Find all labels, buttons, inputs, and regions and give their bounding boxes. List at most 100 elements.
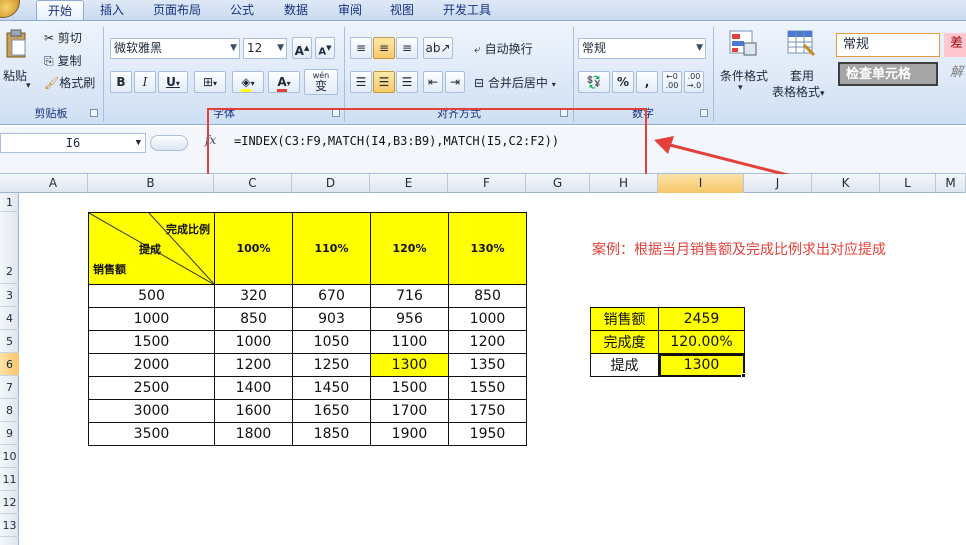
sales-cell[interactable]: 1000 <box>88 307 215 331</box>
commission-cell[interactable]: 1850 <box>292 422 371 446</box>
lookup-value-sales[interactable]: 2459 <box>658 307 745 331</box>
column-header[interactable]: A <box>19 174 88 193</box>
commission-cell[interactable]: 1450 <box>292 376 371 400</box>
phonetic-button[interactable]: wén 变 <box>304 69 338 95</box>
align-left-button[interactable]: ☰ <box>350 71 372 93</box>
commission-cell[interactable]: 1250 <box>292 353 371 377</box>
commission-cell-highlighted[interactable]: 1300 <box>370 353 449 377</box>
column-header[interactable]: D <box>292 174 370 193</box>
commission-cell[interactable]: 1550 <box>448 376 527 400</box>
lookup-label-commission[interactable]: 提成 <box>590 353 659 377</box>
sales-cell[interactable]: 2500 <box>88 376 215 400</box>
column-header-selected[interactable]: I <box>658 174 744 193</box>
row-header[interactable]: 8 <box>0 399 19 422</box>
style-check-cell[interactable]: 检查单元格 <box>838 62 938 86</box>
increase-decimal-button[interactable]: ←0.00 <box>662 71 682 93</box>
align-right-button[interactable]: ☰ <box>396 71 418 93</box>
row-header[interactable]: 13 <box>0 514 19 537</box>
row-header[interactable]: 3 <box>0 284 19 307</box>
sales-cell[interactable]: 3500 <box>88 422 215 446</box>
row-header-selected[interactable]: 6 <box>0 353 19 376</box>
align-bottom-button[interactable]: ≡ <box>396 37 418 59</box>
format-as-table-button[interactable]: 表格格式▾ <box>772 83 825 100</box>
merge-center-button[interactable]: ⊟ 合并后居中 ▾ <box>474 74 556 91</box>
italic-button[interactable]: I <box>134 71 156 93</box>
row-header[interactable]: 7 <box>0 376 19 399</box>
lookup-result-cell-selected[interactable]: 1300 <box>658 353 745 377</box>
commission-cell[interactable]: 716 <box>370 284 449 308</box>
column-header[interactable]: B <box>88 174 214 193</box>
paste-button[interactable]: 粘贴 <box>3 67 27 84</box>
decrease-decimal-button[interactable]: .00 →.0 <box>684 71 704 93</box>
lookup-label-sales[interactable]: 销售额 <box>590 307 659 331</box>
fill-color-button[interactable]: ◈▾ <box>232 71 264 93</box>
tab-insert[interactable]: 插入 <box>92 0 132 20</box>
number-launcher-icon[interactable] <box>700 109 708 117</box>
align-center-button[interactable]: ☰ <box>373 71 395 93</box>
commission-cell[interactable]: 1650 <box>292 399 371 423</box>
format-as-table-icon[interactable] <box>786 29 816 57</box>
sales-cell[interactable]: 1500 <box>88 330 215 354</box>
chevron-down-icon[interactable]: ▾ <box>738 83 743 93</box>
row-header[interactable]: 4 <box>0 307 19 330</box>
style-normal[interactable]: 常规 <box>836 33 940 57</box>
commission-cell[interactable]: 1600 <box>214 399 293 423</box>
copy-button[interactable]: ⎘ 复制 <box>44 52 81 69</box>
conditional-format-button[interactable]: 条件格式 <box>720 67 768 84</box>
font-name-combo[interactable]: 微软雅黑 ▼ <box>110 38 240 59</box>
ratio-header[interactable]: 110% <box>292 212 371 285</box>
commission-cell[interactable]: 1100 <box>370 330 449 354</box>
row-header[interactable]: 9 <box>0 422 19 445</box>
number-format-combo[interactable]: 常规 ▼ <box>578 38 706 59</box>
commission-cell[interactable]: 850 <box>214 307 293 331</box>
tab-data[interactable]: 数据 <box>278 0 314 20</box>
align-middle-button[interactable]: ≡ <box>373 37 395 59</box>
font-color-button[interactable]: A▾ <box>268 71 300 93</box>
underline-button[interactable]: U▾ <box>158 71 188 93</box>
font-size-combo[interactable]: 12 ▼ <box>243 38 287 59</box>
percent-button[interactable]: % <box>612 71 634 93</box>
lookup-value-completion[interactable]: 120.00% <box>658 330 745 354</box>
style-bad[interactable]: 差 <box>944 33 966 57</box>
sales-cell[interactable]: 2000 <box>88 353 215 377</box>
currency-button[interactable]: 💱 <box>578 71 610 93</box>
cut-button[interactable]: ✂ 剪切 <box>44 29 82 46</box>
column-header[interactable]: E <box>370 174 448 193</box>
commission-cell[interactable]: 903 <box>292 307 371 331</box>
style-explanatory[interactable]: 解 <box>944 62 966 86</box>
commission-cell[interactable]: 320 <box>214 284 293 308</box>
format-as-table-label-1[interactable]: 套用 <box>790 67 814 84</box>
paste-dropdown-icon[interactable]: ▾ <box>26 81 31 91</box>
row-header[interactable]: 11 <box>0 468 19 491</box>
commission-cell[interactable]: 1050 <box>292 330 371 354</box>
lookup-label-completion[interactable]: 完成度 <box>590 330 659 354</box>
commission-cell[interactable]: 1950 <box>448 422 527 446</box>
table-corner-header[interactable]: 完成比例 提成 销售额 <box>88 212 215 285</box>
clipboard-launcher-icon[interactable] <box>90 109 98 117</box>
tab-page-layout[interactable]: 页面布局 <box>148 0 206 20</box>
tab-developer[interactable]: 开发工具 <box>436 0 498 20</box>
commission-cell[interactable]: 1800 <box>214 422 293 446</box>
ratio-header[interactable]: 100% <box>214 212 293 285</box>
comma-button[interactable]: , <box>636 71 658 93</box>
tab-home[interactable]: 开始 <box>36 0 84 20</box>
commission-cell[interactable]: 670 <box>292 284 371 308</box>
tab-formulas[interactable]: 公式 <box>224 0 260 20</box>
commission-cell[interactable]: 1200 <box>448 330 527 354</box>
commission-cell[interactable]: 1200 <box>214 353 293 377</box>
commission-cell[interactable]: 1400 <box>214 376 293 400</box>
column-header[interactable]: G <box>526 174 590 193</box>
align-top-button[interactable]: ≡ <box>350 37 372 59</box>
sales-cell[interactable]: 500 <box>88 284 215 308</box>
commission-cell[interactable]: 1000 <box>214 330 293 354</box>
ratio-header[interactable]: 130% <box>448 212 527 285</box>
commission-cell[interactable]: 956 <box>370 307 449 331</box>
row-header[interactable]: 5 <box>0 330 19 353</box>
column-header[interactable]: K <box>812 174 880 193</box>
formula-bar-splitter[interactable] <box>150 135 188 151</box>
column-header[interactable]: F <box>448 174 526 193</box>
name-box[interactable]: I6 ▼ <box>0 133 146 153</box>
column-header[interactable]: L <box>880 174 936 193</box>
commission-cell[interactable]: 1700 <box>370 399 449 423</box>
row-header[interactable]: 10 <box>0 445 19 468</box>
